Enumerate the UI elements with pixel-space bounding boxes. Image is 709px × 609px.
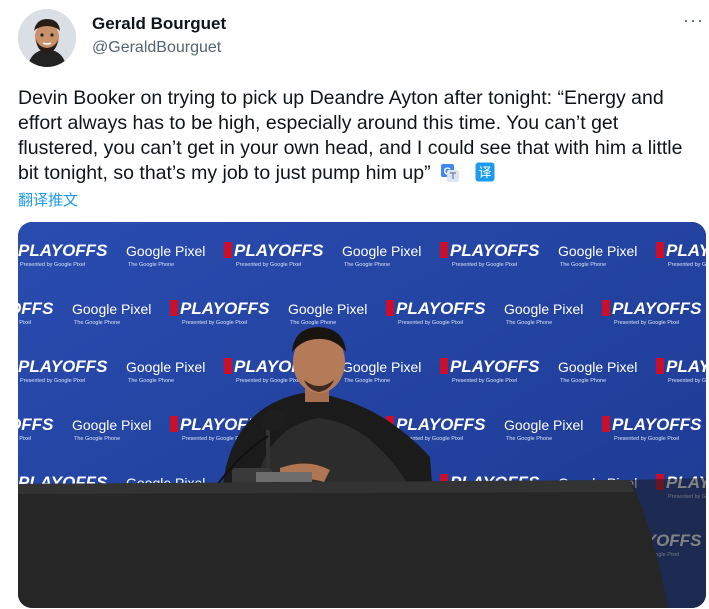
google-pixel-logo: Google Pixel [558, 243, 637, 259]
logo-subtext: Presented by Google Pixel [614, 436, 679, 442]
google-pixel-logo: Google Pixel [72, 417, 151, 433]
google-pixel-logo: Google Pixel [72, 301, 151, 317]
google-pixel-logo: Google Pixel [288, 301, 367, 317]
logo-subtext: The Google Phone [74, 320, 120, 326]
translate-icon[interactable]: 译 [475, 162, 495, 182]
logo-subtext: Presented by Google Pixel [398, 320, 463, 326]
logo-subtext: The Google Phone [560, 262, 606, 268]
logo-subtext: Presented by Google Pixel [236, 262, 301, 268]
playoffs-logo: PLAYOFFS [450, 357, 540, 376]
google-pixel-logo: Google Pixel [342, 359, 421, 375]
playoffs-logo: PLAYOFFS [18, 357, 108, 376]
logo-subtext: The Google Phone [128, 378, 174, 384]
press-conference-photo: Google Pixel The Google Phone PLAYOFFS Pres… [18, 222, 706, 608]
nba-logo-mark [656, 242, 664, 258]
logo-subtext: The Google Phone [344, 262, 390, 268]
logo-subtext: Presented by Google Pixel [20, 262, 85, 268]
playoffs-logo: PLAYOFFS [450, 241, 540, 260]
google-pixel-logo: Google Pixel [504, 301, 583, 317]
google-pixel-logo: Google Pixel [342, 243, 421, 259]
logo-subtext: Presented by Google Pixel [452, 378, 517, 384]
avatar-illustration-icon [18, 9, 76, 67]
playoffs-logo: PLAYOFFS [666, 357, 706, 376]
google-pixel-logo: Google Pixel [126, 359, 205, 375]
translate-glyph: 译 [478, 166, 491, 181]
nba-logo-mark [170, 416, 178, 432]
logo-subtext: Presented by Google Pixel [18, 320, 31, 326]
nba-logo-mark [224, 358, 232, 374]
logo-subtext: The Google Phone [74, 436, 120, 442]
tweet-text: Devin Booker on trying to pick up Deandr… [18, 86, 698, 186]
logo-subtext: Presented by Google Pixel [20, 378, 85, 384]
author-handle[interactable]: @GeraldBourguet [92, 39, 221, 57]
playoffs-logo: PLAYOFFS [612, 415, 702, 434]
logo-subtext: Presented by Google Pixel [236, 378, 301, 384]
nba-logo-mark [602, 416, 610, 432]
nba-logo-mark [440, 358, 448, 374]
press-table [18, 478, 706, 608]
tweet-media-photo[interactable]: Google Pixel The Google Phone PLAYOFFS Pres… [18, 222, 706, 608]
avatar[interactable] [18, 9, 76, 67]
playoffs-logo: PLAYOFFS [666, 241, 706, 260]
logo-subtext: The Google Phone [560, 378, 606, 384]
more-icon[interactable]: ··· [683, 11, 704, 29]
google-pixel-logo: Google Pixel [504, 417, 583, 433]
logo-subtext: The Google Phone [290, 320, 336, 326]
playoffs-logo: PLAYOFFS [234, 241, 324, 260]
google-pixel-logo: Google Pixel [558, 359, 637, 375]
logo-subtext: The Google Phone [506, 320, 552, 326]
logo-subtext: Presented by Google Pixel [614, 320, 679, 326]
playoffs-logo: PLAYOFFS [612, 299, 702, 318]
nba-logo-mark [440, 242, 448, 258]
logo-subtext: The Google Phone [506, 436, 552, 442]
nba-logo-mark [386, 300, 394, 316]
playoffs-logo: PLAYOFFS [396, 415, 486, 434]
logo-subtext: Presented by Google Pixel [18, 436, 31, 442]
author-display-name[interactable]: Gerald Bourguet [92, 14, 226, 34]
google-translate-icon[interactable]: G [440, 164, 459, 182]
tweet-body: Devin Booker on trying to pick up Deandr… [18, 87, 683, 184]
logo-subtext: Presented by Google Pixel [182, 320, 247, 326]
nba-logo-mark [224, 242, 232, 258]
playoffs-logo: PLAYOFFS [18, 415, 54, 434]
playoffs-logo: PLAYOFFS [18, 299, 54, 318]
google-pixel-logo: Google Pixel [126, 243, 205, 259]
playoffs-logo: PLAYOFFS [18, 241, 108, 260]
logo-subtext: Presented by Google Pixel [668, 262, 706, 268]
nba-logo-mark [602, 300, 610, 316]
playoffs-logo: PLAYOFFS [180, 299, 270, 318]
nba-logo-mark [170, 300, 178, 316]
playoffs-logo: PLAYOFFS [396, 299, 486, 318]
translate-tweet-link[interactable]: 翻译推文 [18, 189, 78, 210]
logo-subtext: The Google Phone [128, 262, 174, 268]
nba-logo-mark [656, 358, 664, 374]
logo-subtext: Presented by Google Pixel [452, 262, 517, 268]
logo-subtext: Presented by Google Pixel [668, 378, 706, 384]
logo-subtext: The Google Phone [344, 378, 390, 384]
